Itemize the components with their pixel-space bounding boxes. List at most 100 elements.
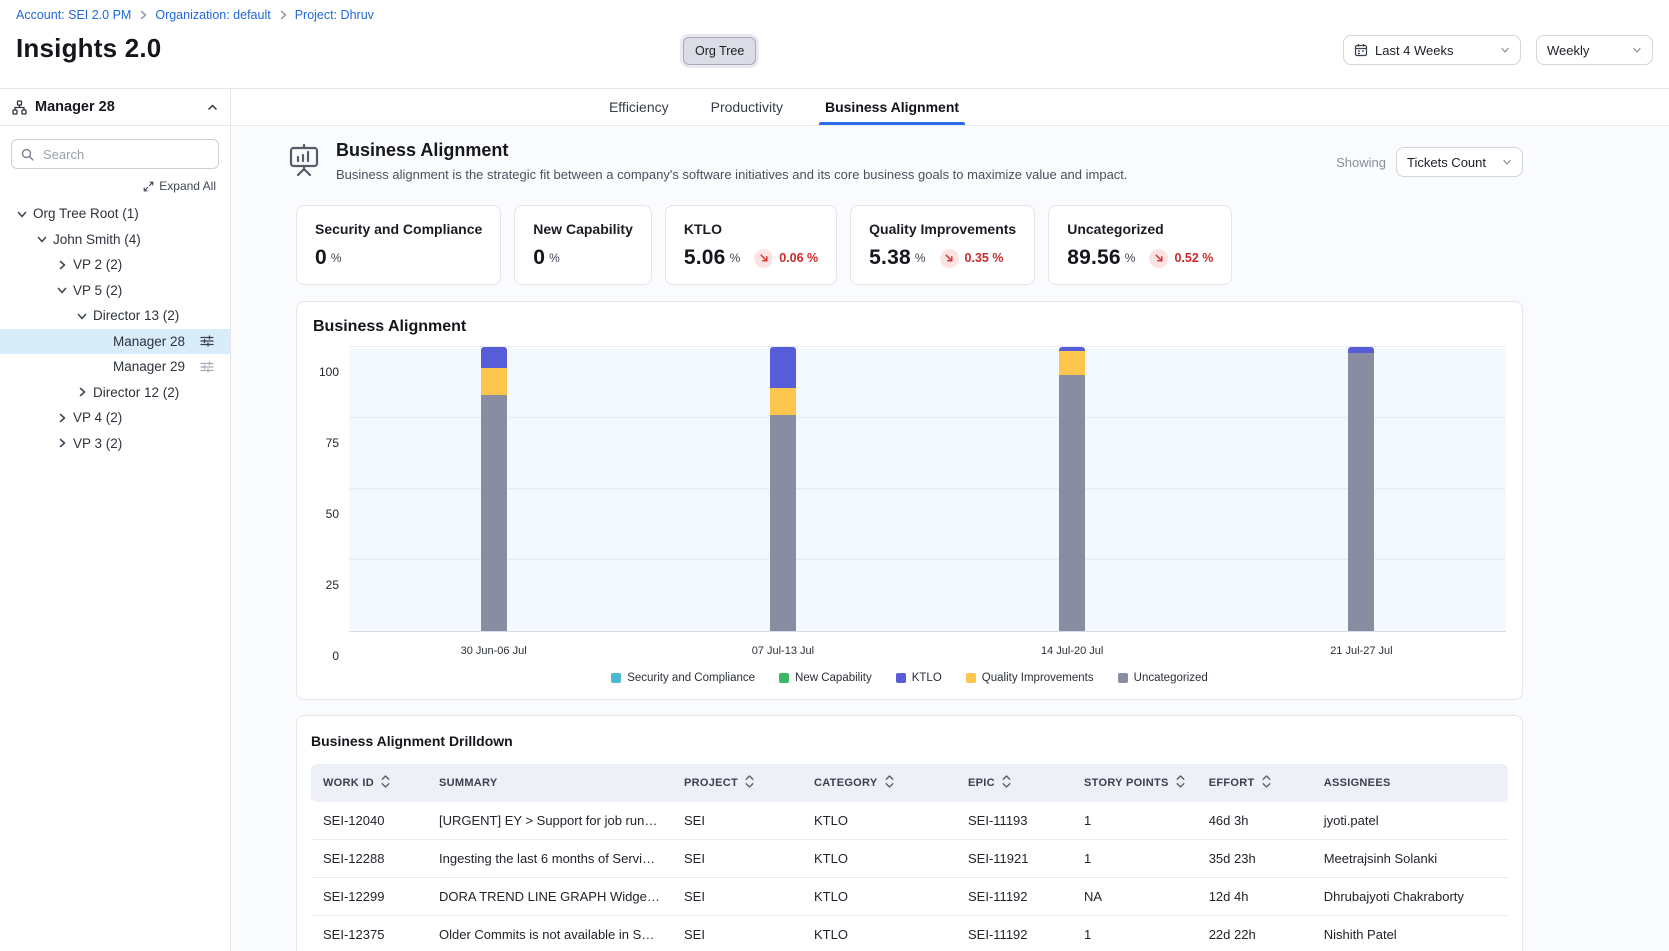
sort-icon[interactable] bbox=[1176, 775, 1185, 791]
tree-item-vp-4-2[interactable]: VP 4 (2) bbox=[0, 405, 230, 431]
cell-effort: 12d 4h bbox=[1197, 878, 1312, 916]
table-row[interactable]: SEI-12299DORA TREND LINE GRAPH Widgets i… bbox=[311, 878, 1508, 916]
showing-select[interactable]: Tickets Count bbox=[1396, 147, 1523, 177]
search-input[interactable] bbox=[41, 146, 209, 163]
tree-item-label: Manager 29 bbox=[113, 359, 185, 374]
filter-sliders-icon[interactable] bbox=[200, 334, 214, 348]
bar-segment-ktlo bbox=[481, 347, 507, 368]
stat-value: 0 bbox=[315, 246, 327, 270]
table-row[interactable]: SEI-12040[URGENT] EY > Support for job r… bbox=[311, 802, 1508, 840]
chevron-down-icon[interactable] bbox=[54, 282, 70, 298]
tree-item-director-12-2[interactable]: Director 12 (2) bbox=[0, 380, 230, 406]
tree-item-john-smith-4[interactable]: John Smith (4) bbox=[0, 227, 230, 253]
stat-unit: % bbox=[331, 251, 342, 265]
main-area: Efficiency Productivity Business Alignment… bbox=[231, 89, 1669, 951]
sort-icon[interactable] bbox=[1002, 775, 1011, 791]
tree-indent-spacer bbox=[94, 359, 110, 375]
tab-efficiency[interactable]: Efficiency bbox=[609, 89, 669, 125]
trend-down-icon bbox=[754, 249, 773, 268]
chevron-right-icon[interactable] bbox=[54, 435, 70, 451]
legend-item-ktlo[interactable]: KTLO bbox=[896, 672, 942, 684]
column-label: Effort bbox=[1209, 777, 1255, 789]
breadcrumb-link-account[interactable]: Account: SEI 2.0 PM bbox=[16, 8, 131, 22]
tab-business-alignment[interactable]: Business Alignment bbox=[825, 89, 959, 125]
tree-item-director-13-2[interactable]: Director 13 (2) bbox=[0, 303, 230, 329]
calendar-icon bbox=[1354, 43, 1368, 57]
sort-icon[interactable] bbox=[885, 775, 894, 791]
chevron-down-icon[interactable] bbox=[14, 206, 30, 222]
legend-item-new-capability[interactable]: New Capability bbox=[779, 672, 872, 684]
column-label: Work ID bbox=[323, 777, 374, 789]
chevron-down-icon[interactable] bbox=[74, 308, 90, 324]
column-header-effort[interactable]: Effort bbox=[1197, 764, 1312, 802]
cell-category: KTLO bbox=[802, 878, 956, 916]
legend-item-quality-improvements[interactable]: Quality Improvements bbox=[966, 672, 1094, 684]
tree-item-vp-5-2[interactable]: VP 5 (2) bbox=[0, 278, 230, 304]
tree-item-label: Director 13 (2) bbox=[93, 308, 179, 323]
cell-summary: [URGENT] EY > Support for job run par... bbox=[427, 802, 672, 840]
section-header: Business Alignment Business alignment is… bbox=[285, 140, 1523, 184]
cell-story-points: NA bbox=[1072, 878, 1197, 916]
column-header-story-points[interactable]: Story Points bbox=[1072, 764, 1197, 802]
cell-project: SEI bbox=[672, 878, 802, 916]
tree-item-manager-29[interactable]: Manager 29 bbox=[0, 354, 230, 380]
sort-icon[interactable] bbox=[1262, 775, 1271, 791]
stat-card-security-and-compliance: Security and Compliance0% bbox=[296, 205, 501, 285]
stat-value-row: 5.06%0.06 % bbox=[684, 246, 818, 270]
table-row[interactable]: SEI-12375Older Commits is not available … bbox=[311, 916, 1508, 951]
chevron-up-icon[interactable] bbox=[207, 102, 218, 113]
column-header-epic[interactable]: Epic bbox=[956, 764, 1072, 802]
y-tick-label: 100 bbox=[319, 365, 339, 379]
section-header-text: Business Alignment Business alignment is… bbox=[336, 140, 1128, 182]
tab-productivity[interactable]: Productivity bbox=[711, 89, 783, 125]
cell-effort: 46d 3h bbox=[1197, 802, 1312, 840]
tree-item-manager-28[interactable]: Manager 28 bbox=[0, 329, 230, 355]
y-tick-label: 50 bbox=[326, 507, 339, 521]
stat-value-row: 5.38%0.35 % bbox=[869, 246, 1016, 270]
chevron-right-icon[interactable] bbox=[74, 384, 90, 400]
sort-icon[interactable] bbox=[745, 775, 754, 791]
cell-epic: SEI-11192 bbox=[956, 916, 1072, 951]
chart-title: Business Alignment bbox=[313, 318, 1506, 336]
breadcrumb-link-organization[interactable]: Organization: default bbox=[155, 8, 270, 22]
breadcrumb-link-project[interactable]: Project: Dhruv bbox=[295, 8, 374, 22]
bar-segment-uncategorized bbox=[1059, 375, 1085, 631]
granularity-select[interactable]: Weekly bbox=[1536, 35, 1653, 65]
stat-card-ktlo: KTLO5.06%0.06 % bbox=[665, 205, 837, 285]
legend-item-security-and-compliance[interactable]: Security and Compliance bbox=[611, 672, 755, 684]
legend-label: Security and Compliance bbox=[627, 672, 755, 684]
showing-value: Tickets Count bbox=[1407, 155, 1486, 170]
sort-icon[interactable] bbox=[381, 775, 390, 791]
x-tick-label: 30 Jun-06 Jul bbox=[349, 645, 638, 657]
gridline bbox=[349, 559, 1506, 560]
chevron-right-icon[interactable] bbox=[54, 257, 70, 273]
tree-item-label: Manager 28 bbox=[113, 334, 185, 349]
tree-indent-spacer bbox=[94, 333, 110, 349]
cell-summary: DORA TREND LINE GRAPH Widgets is n... bbox=[427, 878, 672, 916]
chevron-right-icon[interactable] bbox=[54, 410, 70, 426]
granularity-value: Weekly bbox=[1547, 43, 1589, 58]
bar-segment-quality-improvements bbox=[481, 368, 507, 395]
stat-unit: % bbox=[730, 251, 741, 265]
x-axis-labels: 30 Jun-06 Jul07 Jul-13 Jul14 Jul-20 Jul2… bbox=[349, 645, 1506, 657]
chevron-down-icon[interactable] bbox=[34, 231, 50, 247]
presentation-chart-icon bbox=[285, 141, 323, 184]
tree-item-vp-2-2[interactable]: VP 2 (2) bbox=[0, 252, 230, 278]
legend-item-uncategorized[interactable]: Uncategorized bbox=[1118, 672, 1208, 684]
tree-item-label: VP 2 (2) bbox=[73, 257, 122, 272]
filter-sliders-icon[interactable] bbox=[200, 360, 214, 374]
sidebar-header[interactable]: Manager 28 bbox=[0, 89, 230, 126]
column-header-project[interactable]: Project bbox=[672, 764, 802, 802]
tree-item-org-tree-root-1[interactable]: Org Tree Root (1) bbox=[0, 201, 230, 227]
column-header-assignees: Assignees bbox=[1312, 764, 1508, 802]
tree-item-vp-3-2[interactable]: VP 3 (2) bbox=[0, 431, 230, 457]
expand-all-button[interactable]: Expand All bbox=[14, 179, 216, 193]
table-row[interactable]: SEI-12288Ingesting the last 6 months of … bbox=[311, 840, 1508, 878]
column-header-category[interactable]: Category bbox=[802, 764, 956, 802]
date-range-select[interactable]: Last 4 Weeks bbox=[1343, 35, 1521, 65]
gridline bbox=[349, 346, 1506, 347]
stat-unit: % bbox=[1125, 251, 1136, 265]
column-header-work-id[interactable]: Work ID bbox=[311, 764, 427, 802]
org-tree-button[interactable]: Org Tree bbox=[683, 37, 756, 65]
column-label: Epic bbox=[968, 777, 995, 789]
